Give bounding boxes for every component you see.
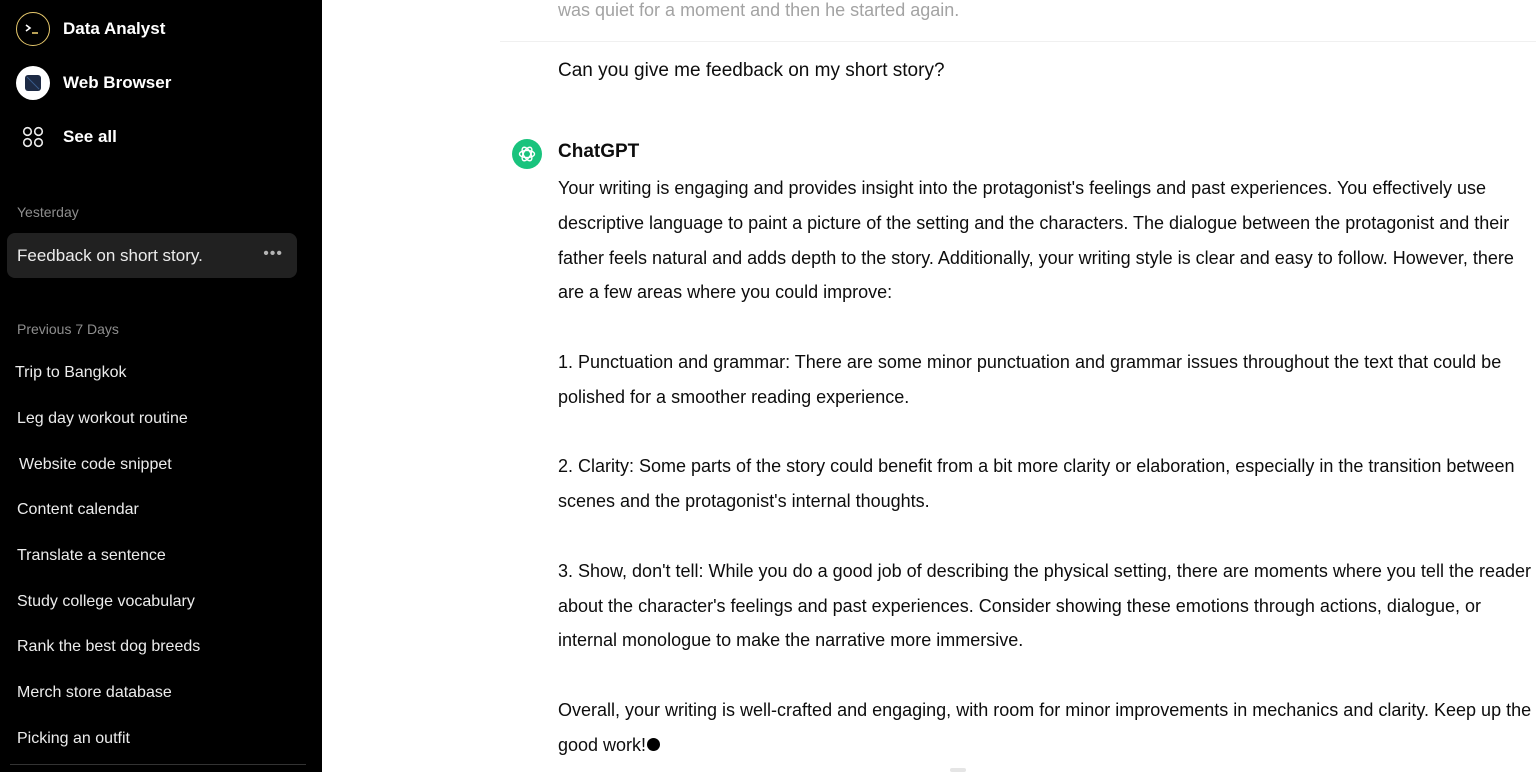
- reply-paragraph: 2. Clarity: Some parts of the story coul…: [558, 456, 1515, 512]
- user-message: Can you give me feedback on my short sto…: [558, 60, 945, 81]
- reply-paragraph-final: Overall, your writing is well-crafted an…: [558, 693, 1533, 763]
- conversation-item-active[interactable]: Feedback on short story. •••: [7, 233, 297, 278]
- message-divider: [500, 41, 1536, 42]
- scroll-hint: [950, 768, 966, 772]
- see-all-gpts[interactable]: See all: [16, 120, 117, 154]
- previous-message-fragment: was quiet for a moment and then he start…: [558, 0, 960, 20]
- assistant-name: ChatGPT: [558, 141, 640, 162]
- gpt-label: Web Browser: [63, 73, 172, 92]
- reply-paragraph-text: Overall, your writing is well-crafted an…: [558, 699, 1532, 755]
- conversation-item[interactable]: Website code snippet: [19, 456, 172, 474]
- conversation-item[interactable]: Trip to Bangkok: [15, 364, 126, 382]
- reply-paragraph: 3. Show, don't tell: While you do a good…: [558, 560, 1531, 651]
- conversation-item[interactable]: Content calendar: [17, 501, 139, 519]
- gpt-label: See all: [63, 127, 117, 146]
- conversation-item[interactable]: Study college vocabulary: [17, 593, 195, 611]
- reply-paragraph: 1. Punctuation and grammar: There are so…: [558, 351, 1502, 407]
- conversation-item[interactable]: Picking an outfit: [17, 730, 130, 748]
- assistant-reply: Your writing is engaging and provides in…: [558, 171, 1533, 763]
- browser-icon: [16, 66, 50, 100]
- sidebar-divider: [10, 764, 306, 765]
- section-label-previous-7-days: Previous 7 Days: [17, 321, 119, 337]
- chatgpt-logo-icon: [512, 139, 542, 169]
- more-options-icon[interactable]: •••: [263, 245, 283, 263]
- conversation-item[interactable]: Translate a sentence: [17, 547, 166, 565]
- gpt-data-analyst[interactable]: Data Analyst: [16, 12, 165, 46]
- grid-icon: [21, 125, 45, 149]
- terminal-icon: [16, 12, 50, 46]
- conversation-item[interactable]: Rank the best dog breeds: [17, 638, 200, 656]
- chat-area: was quiet for a moment and then he start…: [322, 0, 1536, 772]
- reply-paragraph: Your writing is engaging and provides in…: [558, 178, 1514, 303]
- section-label-yesterday: Yesterday: [17, 204, 79, 220]
- gpt-web-browser[interactable]: Web Browser: [16, 66, 171, 100]
- sidebar: Data Analyst Web Browser See all Yesterd…: [0, 0, 322, 772]
- gpt-label: Data Analyst: [63, 19, 166, 38]
- conversation-item[interactable]: Leg day workout routine: [17, 410, 188, 428]
- conversation-item[interactable]: Merch store database: [17, 684, 172, 702]
- streaming-cursor-icon: [647, 737, 661, 751]
- conversation-label: Feedback on short story.: [17, 245, 203, 265]
